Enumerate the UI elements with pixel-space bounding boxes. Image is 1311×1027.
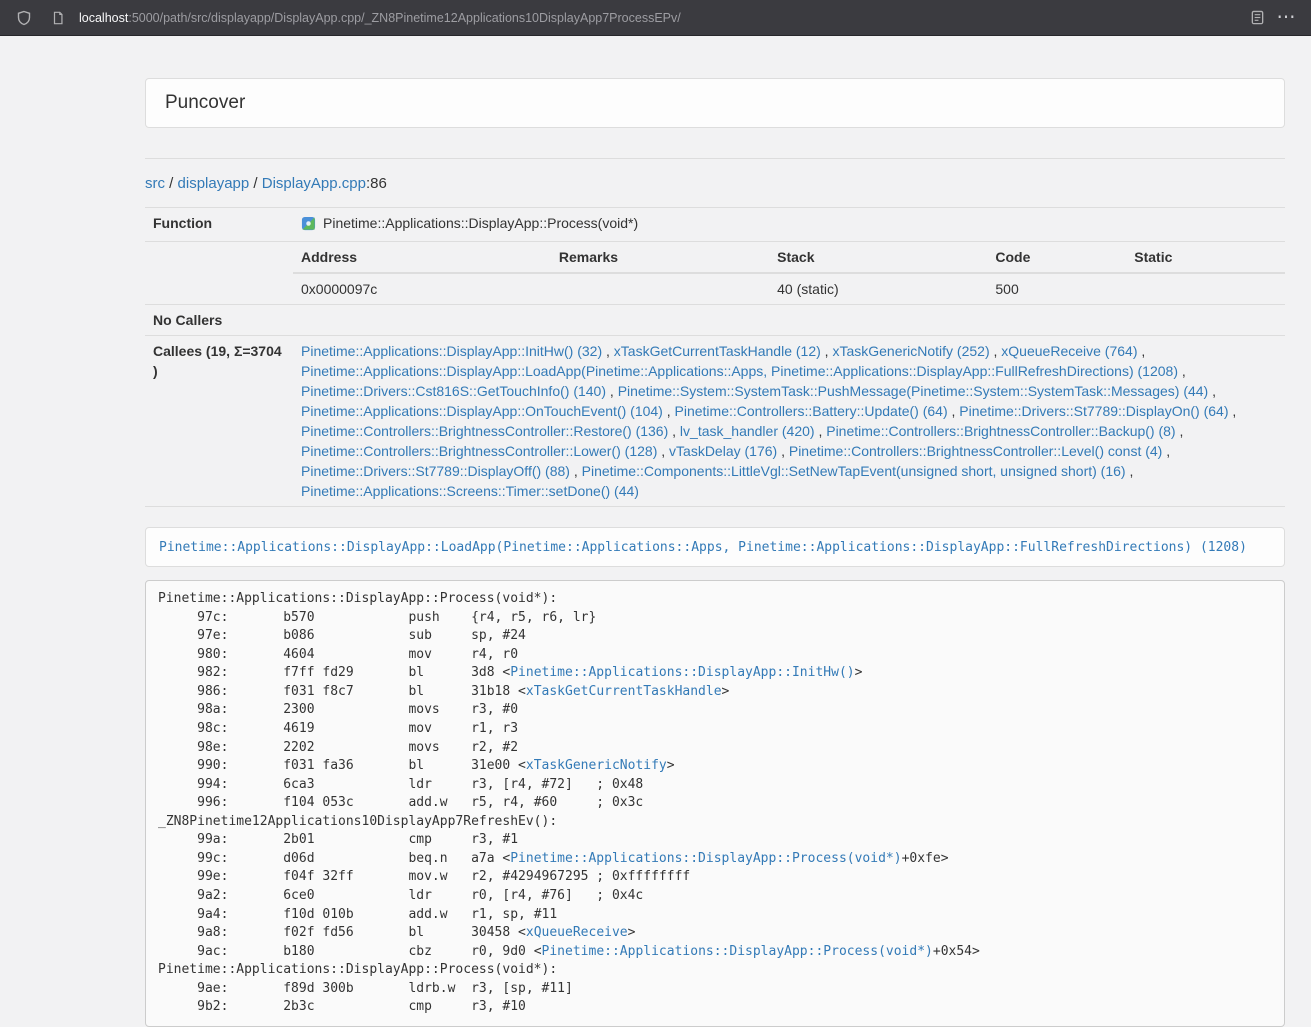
callee-link[interactable]: Pinetime::Components::LittleVgl::SetNewT… xyxy=(582,463,1126,479)
callee-link[interactable]: vTaskDelay (176) xyxy=(669,443,777,459)
stats-table: Address Remarks Stack Code Static 0x0000… xyxy=(293,242,1285,304)
callee-link[interactable]: Pinetime::Controllers::Battery::Update()… xyxy=(675,403,948,419)
app-header-panel: Puncover xyxy=(145,78,1285,128)
stats-cell: Address Remarks Stack Code Static 0x0000… xyxy=(293,242,1285,305)
code-symbol-link[interactable]: Pinetime::Applications::DisplayApp::Proc… xyxy=(542,944,933,959)
callees-label: Callees (19, Σ=3704 ) xyxy=(145,336,293,507)
col-static: Static xyxy=(1126,242,1285,273)
callees-list: Pinetime::Applications::DisplayApp::Init… xyxy=(293,336,1285,507)
no-callers-cell xyxy=(293,305,1285,336)
function-name: Pinetime::Applications::DisplayApp::Proc… xyxy=(323,215,638,231)
col-remarks: Remarks xyxy=(551,242,769,273)
callee-link[interactable]: Pinetime::Controllers::BrightnessControl… xyxy=(301,423,668,439)
stat-static xyxy=(1126,273,1285,304)
stats-label-spacer xyxy=(145,242,293,305)
callee-link[interactable]: Pinetime::Drivers::Cst816S::GetTouchInfo… xyxy=(301,383,606,399)
divider xyxy=(145,158,1285,159)
callee-link[interactable]: Pinetime::System::SystemTask::PushMessag… xyxy=(618,383,1209,399)
function-icon xyxy=(301,216,316,236)
breadcrumb-link[interactable]: DisplayApp.cpp xyxy=(262,175,366,192)
breadcrumb-link[interactable]: src xyxy=(145,175,165,192)
selected-symbol-link[interactable]: Pinetime::Applications::DisplayApp::Load… xyxy=(159,540,1247,555)
col-code: Code xyxy=(987,242,1126,273)
stat-address: 0x0000097c xyxy=(293,273,551,304)
callee-link[interactable]: Pinetime::Applications::DisplayApp::Load… xyxy=(301,363,1178,379)
stats-header-row: Address Remarks Stack Code Static xyxy=(293,242,1285,273)
code-symbol-link[interactable]: Pinetime::Applications::DisplayApp::Init… xyxy=(510,665,854,680)
callee-link[interactable]: Pinetime::Controllers::BrightnessControl… xyxy=(826,423,1175,439)
page-info-icon[interactable] xyxy=(44,4,72,32)
callee-link[interactable]: Pinetime::Applications::DisplayApp::Init… xyxy=(301,343,602,359)
stat-remarks xyxy=(551,273,769,304)
stat-code: 500 xyxy=(987,273,1126,304)
browser-toolbar: localhost:5000/path/src/displayapp/Displ… xyxy=(0,0,1311,36)
app-title[interactable]: Puncover xyxy=(165,92,245,113)
callee-link[interactable]: xQueueReceive (764) xyxy=(1001,343,1137,359)
url-text: localhost:5000/path/src/displayapp/Displ… xyxy=(79,11,681,25)
stat-stack: 40 (static) xyxy=(769,273,987,304)
callee-link[interactable]: Pinetime::Applications::DisplayApp::OnTo… xyxy=(301,403,663,419)
toolbar-right-actions: ⋯ xyxy=(1243,4,1301,32)
menu-icon[interactable]: ⋯ xyxy=(1271,4,1301,32)
breadcrumb-separator: / xyxy=(249,175,262,192)
function-label: Function xyxy=(145,208,293,242)
function-name-cell: Pinetime::Applications::DisplayApp::Proc… xyxy=(293,208,1285,242)
reader-mode-icon[interactable] xyxy=(1243,4,1271,32)
no-callers-row: No Callers xyxy=(145,305,1285,336)
callee-link[interactable]: Pinetime::Controllers::BrightnessControl… xyxy=(301,443,657,459)
code-symbol-link[interactable]: Pinetime::Applications::DisplayApp::Proc… xyxy=(510,851,901,866)
shield-icon[interactable] xyxy=(10,4,38,32)
breadcrumb-line-number: :86 xyxy=(366,175,387,192)
function-table: Function Pinetime::Applications::Display… xyxy=(145,207,1285,507)
function-row: Function Pinetime::Applications::Display… xyxy=(145,208,1285,242)
callee-link[interactable]: Pinetime::Controllers::BrightnessControl… xyxy=(789,443,1162,459)
breadcrumb-link[interactable]: displayapp xyxy=(178,175,250,192)
code-symbol-link[interactable]: xQueueReceive xyxy=(526,925,628,940)
url-host: localhost xyxy=(79,11,128,25)
callee-link[interactable]: Pinetime::Drivers::St7789::DisplayOff() … xyxy=(301,463,570,479)
selected-symbol-panel: Pinetime::Applications::DisplayApp::Load… xyxy=(145,527,1285,567)
callee-link[interactable]: xTaskGetCurrentTaskHandle (12) xyxy=(614,343,821,359)
page-content: Puncover src / displayapp / DisplayApp.c… xyxy=(145,78,1285,1027)
callee-link[interactable]: Pinetime::Applications::Screens::Timer::… xyxy=(301,483,639,499)
url-bar[interactable]: localhost:5000/path/src/displayapp/Displ… xyxy=(44,4,1243,32)
callee-link[interactable]: lv_task_handler (420) xyxy=(680,423,815,439)
code-symbol-link[interactable]: xTaskGenericNotify xyxy=(526,758,667,773)
breadcrumb-separator: / xyxy=(165,175,178,192)
col-address: Address xyxy=(293,242,551,273)
callee-link[interactable]: Pinetime::Drivers::St7789::DisplayOn() (… xyxy=(959,403,1228,419)
disassembly: Pinetime::Applications::DisplayApp::Proc… xyxy=(145,580,1285,1027)
no-callers-label: No Callers xyxy=(145,305,293,336)
code-symbol-link[interactable]: xTaskGetCurrentTaskHandle xyxy=(526,684,722,699)
callees-row: Callees (19, Σ=3704 ) Pinetime::Applicat… xyxy=(145,336,1285,507)
breadcrumb: src / displayapp / DisplayApp.cpp:86 xyxy=(145,173,1285,194)
col-stack: Stack xyxy=(769,242,987,273)
callee-link[interactable]: xTaskGenericNotify (252) xyxy=(832,343,989,359)
stats-row: Address Remarks Stack Code Static 0x0000… xyxy=(145,242,1285,305)
url-path: :5000/path/src/displayapp/DisplayApp.cpp… xyxy=(128,11,680,25)
stats-values-row: 0x0000097c 40 (static) 500 xyxy=(293,273,1285,304)
